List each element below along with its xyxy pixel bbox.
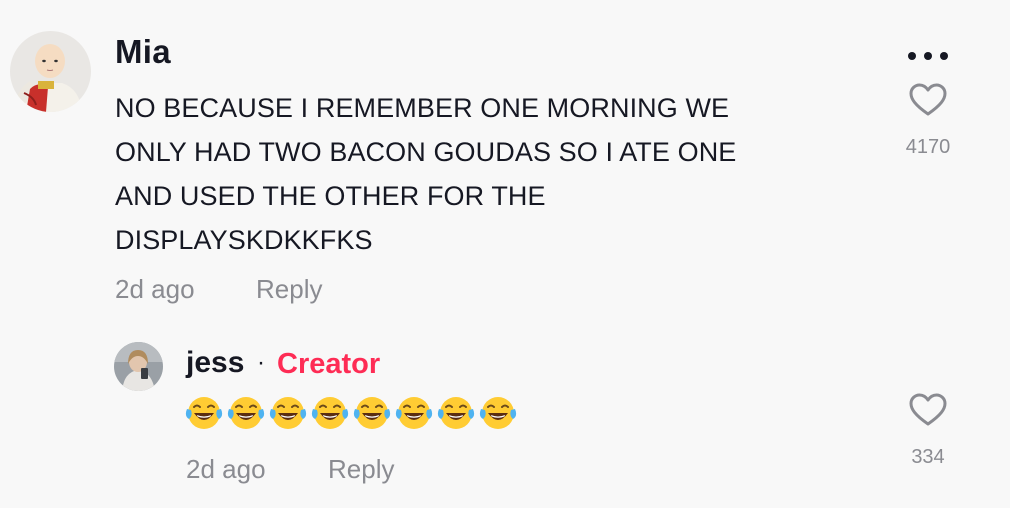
more-horizontal-icon (908, 52, 948, 60)
heart-outline-icon (909, 83, 947, 116)
like-button[interactable] (909, 83, 947, 117)
laughing-tears-emoji (185, 397, 223, 429)
comment-thread: Mia NO BECAUSE I REMEMBER ONE MORNING WE… (0, 0, 1010, 508)
laughing-tears-emoji (479, 397, 517, 429)
laughing-tears-emoji (395, 397, 433, 429)
user-avatar[interactable] (10, 31, 91, 112)
laughing-tears-emoji (311, 397, 349, 429)
like-count: 4170 (905, 136, 951, 158)
reply-text (185, 394, 517, 434)
reply-username[interactable]: jess (186, 346, 244, 380)
comment-username[interactable]: Mia (115, 33, 171, 71)
more-options-button[interactable] (905, 45, 951, 67)
reply-button[interactable]: Reply (328, 454, 394, 485)
comment-text-line: AND USED THE OTHER FOR THE (115, 181, 546, 211)
reply-button[interactable]: Reply (256, 274, 322, 305)
comment-text-line: ONLY HAD TWO BACON GOUDAS SO I ATE ONE (115, 137, 737, 167)
laughing-tears-emoji (353, 397, 391, 429)
comment-text: NO BECAUSE I REMEMBER ONE MORNING WE ONL… (115, 86, 835, 262)
comment-timestamp: 2d ago (115, 274, 195, 304)
heart-outline-icon (909, 393, 947, 426)
reply-user-avatar[interactable] (114, 342, 163, 391)
comment-text-line: DISPLAYSKDKKFKS (115, 225, 373, 255)
like-button[interactable] (909, 393, 947, 427)
creator-badge: Creator (277, 348, 381, 380)
comment-text-line: NO BECAUSE I REMEMBER ONE MORNING WE (115, 93, 730, 123)
separator-dot: · (257, 349, 265, 376)
laughing-tears-emoji (227, 397, 265, 429)
like-count: 334 (911, 446, 945, 468)
reply-timestamp: 2d ago (186, 454, 266, 484)
laughing-tears-emoji (269, 397, 307, 429)
laughing-tears-emoji (437, 397, 475, 429)
